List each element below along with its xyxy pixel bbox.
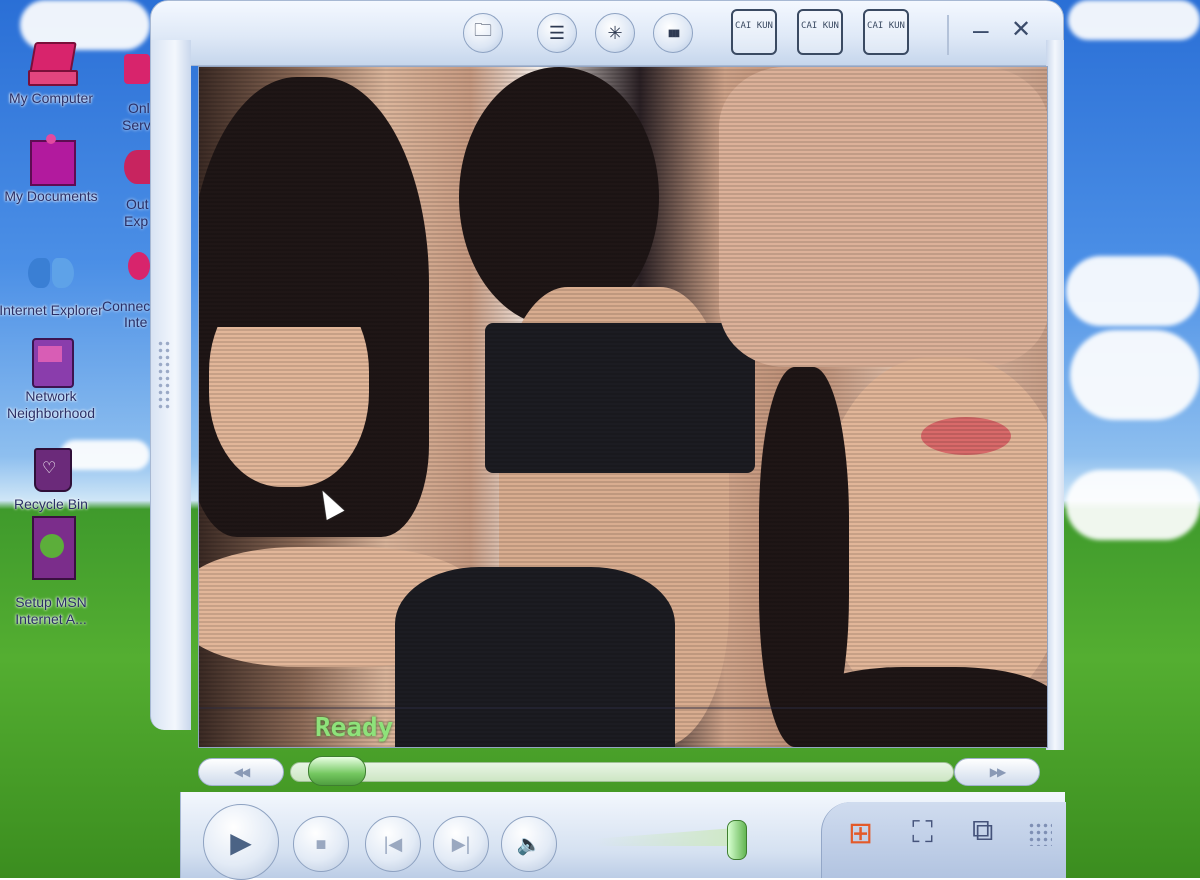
media-player-window: 🗀 ☰ ✳ ▮▮▮ CAI KUN CAI KUN CAI KUN – ✕ Re… (150, 0, 1066, 880)
resize-grip[interactable] (1028, 822, 1052, 846)
seek-track[interactable] (290, 762, 954, 782)
desktop-icon-my-documents[interactable]: My Documents (0, 134, 106, 205)
cloud (1066, 470, 1200, 540)
visualizer-icon[interactable]: ✳ (595, 13, 635, 53)
player-title-bar[interactable]: 🗀 ☰ ✳ ▮▮▮ CAI KUN CAI KUN CAI KUN – ✕ (150, 0, 1064, 66)
seek-bar: ◀◀ ▶▶ (198, 752, 1048, 792)
playlist-icon[interactable]: ☰ (537, 13, 577, 53)
laptop-icon (28, 40, 78, 86)
desktop-icon-label: Network Neighborhood (7, 388, 95, 421)
desktop-icon-partial (124, 150, 150, 184)
folder-icon[interactable]: 🗀 (463, 13, 503, 53)
desktop-icon-my-computer[interactable]: My Computer (0, 40, 106, 107)
scanline-overlay (199, 67, 1047, 747)
clipped-label: Out (126, 196, 149, 212)
status-divider (199, 707, 1047, 709)
divider (947, 15, 949, 55)
clipped-label: Onl (128, 100, 150, 116)
desktop-icon-partial (128, 252, 150, 280)
clipped-label: Inte (124, 314, 148, 330)
minimize-button[interactable]: – (973, 15, 989, 45)
desktop-icon-label: My Computer (8, 90, 94, 106)
cloud (1070, 330, 1200, 420)
rewind-button[interactable]: ◀◀ (198, 758, 284, 786)
butterfly-icon (28, 252, 74, 298)
caikun-stamp-icon: CAI KUN (797, 9, 843, 55)
stop-button[interactable]: ■ (293, 816, 349, 872)
status-text: Ready (315, 713, 394, 743)
caikun-stamp-icon: CAI KUN (731, 9, 777, 55)
volume-track[interactable] (595, 828, 735, 846)
desktop-icon-label: My Documents (4, 188, 98, 204)
resize-grip[interactable] (157, 340, 171, 410)
fast-forward-button[interactable]: ▶▶ (954, 758, 1040, 786)
mode-tray: ⊞ ⛶ ⧉ (821, 802, 1066, 878)
desktop-icon-label: Internet Explorer (0, 302, 103, 318)
skin-mode-icon[interactable]: ⧉ (972, 814, 993, 848)
equalizer-icon[interactable]: ▮▮▮ (653, 13, 693, 53)
heart-bin-icon: ♡ (28, 446, 74, 492)
fullscreen-icon[interactable]: ⛶ (912, 816, 933, 850)
desktop-icon-label: Recycle Bin (14, 496, 88, 512)
play-button[interactable]: ▶ (203, 804, 279, 880)
windows-logo-icon[interactable]: ⊞ (848, 816, 873, 851)
desktop-icon-recycle-bin[interactable]: ♡ Recycle Bin (0, 446, 106, 513)
clipped-label: Serv (122, 117, 151, 133)
transport-controls: ▶ ■ |◀ ▶| 🔈 ⊞ ⛶ ⧉ (180, 792, 1066, 880)
previous-button[interactable]: |◀ (365, 816, 421, 872)
cloud (1066, 256, 1200, 326)
cloud (1068, 0, 1200, 40)
next-button[interactable]: ▶| (433, 816, 489, 872)
desktop-icon-partial (124, 54, 150, 84)
video-display[interactable]: Ready (198, 66, 1048, 748)
desktop-icon-setup-msn[interactable]: Setup MSN Internet A... (0, 516, 106, 628)
volume-slider-thumb[interactable] (727, 820, 747, 860)
card-icon (28, 516, 76, 580)
desktop-icon-internet-explorer[interactable]: Internet Explorer (0, 252, 106, 319)
seek-slider-thumb[interactable] (308, 756, 367, 786)
player-right-frame (1046, 40, 1064, 750)
desktop-icon-label: Setup MSN Internet A... (15, 594, 87, 627)
mute-button[interactable]: 🔈 (501, 816, 557, 872)
arcade-icon (28, 338, 74, 388)
desktop-icon-network-neighborhood[interactable]: Network Neighborhood (0, 338, 106, 422)
close-button[interactable]: ✕ (1011, 15, 1031, 45)
player-left-frame (150, 40, 191, 730)
caikun-stamp-icon: CAI KUN (863, 9, 909, 55)
sticky-note-icon (28, 134, 76, 186)
clipped-label: Connec (102, 298, 151, 314)
clipped-label: Exp (124, 213, 149, 229)
